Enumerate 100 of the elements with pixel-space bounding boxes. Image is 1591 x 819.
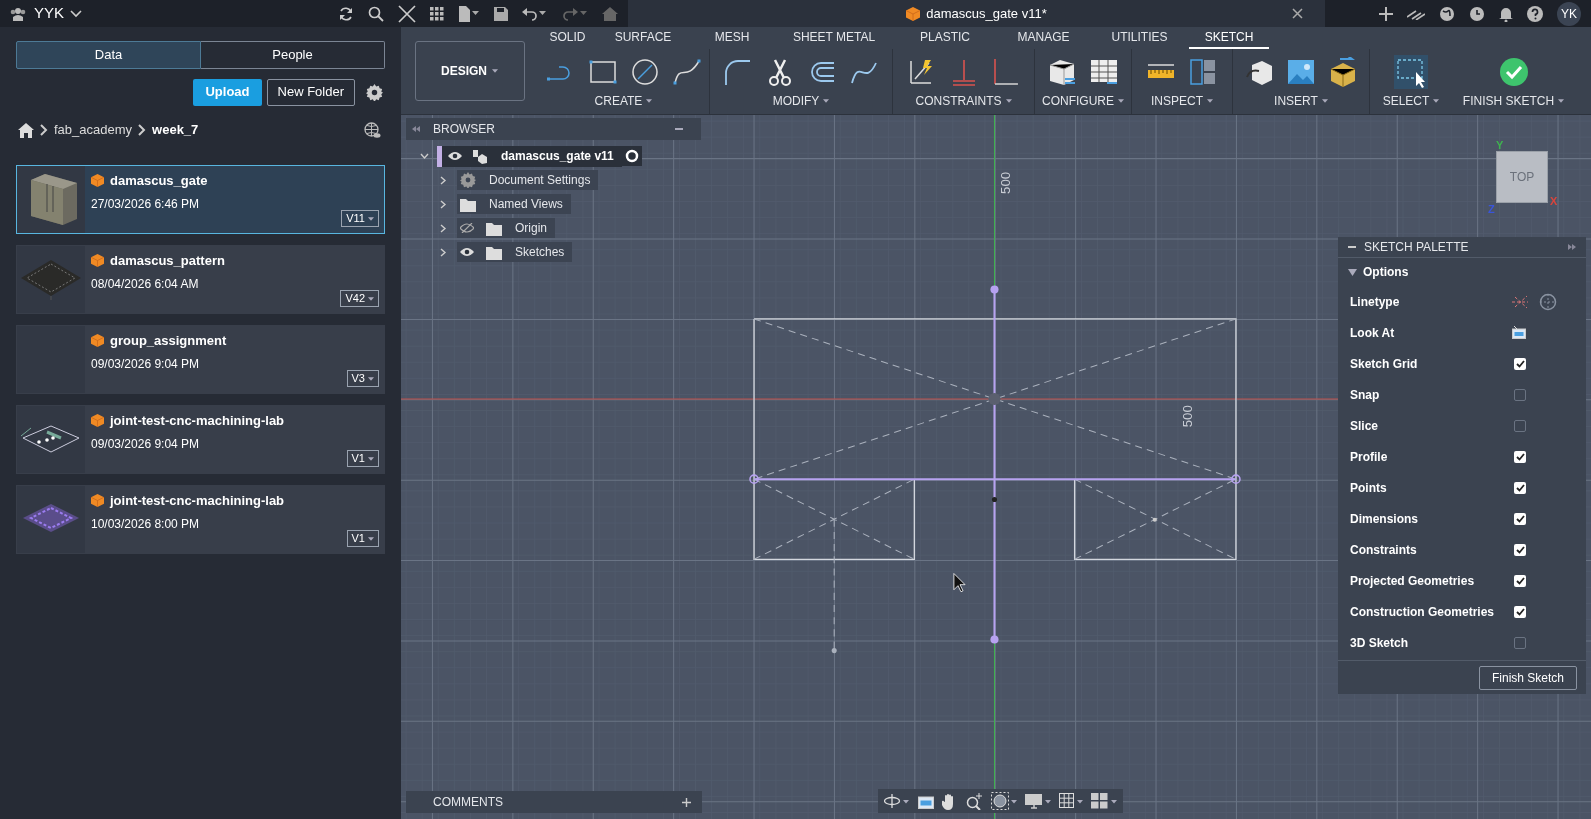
parameter-cube-icon[interactable] — [1047, 57, 1077, 87]
file-card[interactable]: group_assignment 09/03/2026 9:04 PM V3 — [16, 325, 385, 394]
workspace-dropdown[interactable]: DESIGN — [414, 40, 525, 101]
dimension-label[interactable]: 500 — [997, 171, 1013, 194]
breadcrumb-link[interactable]: fab_academy — [54, 120, 133, 140]
tool-group-dropdown[interactable]: CREATE — [594, 92, 653, 110]
tree-item[interactable]: Named Views — [457, 194, 571, 214]
centerline-icon[interactable] — [1539, 292, 1557, 311]
display-icon[interactable] — [1025, 793, 1051, 809]
user-avatar[interactable]: YK — [1557, 1, 1581, 26]
chevron-right-icon[interactable] — [438, 223, 447, 233]
toolbar-tab[interactable]: MANAGE — [997, 27, 1090, 49]
eye-hidden-icon[interactable] — [460, 223, 474, 233]
extensions-icon[interactable] — [1407, 7, 1425, 20]
radio-icon[interactable] — [621, 146, 642, 166]
tree-item[interactable]: damascus_gate v11 — [437, 145, 622, 167]
fillet-tool-icon[interactable] — [723, 57, 753, 87]
version-dropdown[interactable]: V3 — [346, 370, 379, 387]
expand-right-icon[interactable] — [1568, 244, 1576, 250]
file-name[interactable]: damascus_gate — [110, 171, 208, 191]
version-dropdown[interactable]: V1 — [346, 530, 379, 547]
collapse-left-icon[interactable] — [412, 126, 420, 132]
table-icon[interactable] — [1089, 57, 1119, 87]
clock-icon[interactable] — [1469, 5, 1485, 22]
grid-icon[interactable] — [1059, 793, 1083, 809]
section-analysis-icon[interactable] — [1188, 57, 1218, 87]
dimension-label[interactable]: 500 — [1180, 405, 1196, 428]
home-icon[interactable] — [18, 122, 34, 138]
tool-group-dropdown[interactable]: SELECT — [1382, 92, 1440, 110]
toolbar-tab[interactable]: SURFACE — [597, 27, 689, 49]
file-icon[interactable] — [458, 5, 480, 22]
eye-icon[interactable] — [460, 247, 474, 257]
file-name[interactable]: joint-test-cnc-machining-lab — [110, 411, 285, 431]
team-name[interactable]: YYK — [34, 2, 64, 25]
toolbar-tab[interactable]: MESH — [689, 27, 775, 49]
version-dropdown[interactable]: V42 — [340, 290, 379, 307]
tree-item[interactable]: Document Settings — [457, 170, 599, 190]
finish-sketch-button[interactable]: Finish Sketch — [1478, 665, 1577, 690]
panel-tab[interactable]: Data — [16, 41, 201, 69]
spline-tool-icon[interactable] — [671, 57, 702, 87]
close-icon[interactable] — [398, 4, 416, 23]
refresh-icon[interactable] — [338, 5, 354, 22]
fit-view-icon[interactable] — [991, 792, 1017, 810]
globe-icon[interactable] — [1439, 5, 1455, 22]
checkbox[interactable] — [1514, 543, 1526, 556]
plus-icon[interactable] — [1379, 6, 1393, 21]
toolbar-tab[interactable]: PLASTIC — [893, 27, 997, 49]
checkbox[interactable] — [1514, 636, 1526, 649]
selection-box-icon[interactable] — [1393, 54, 1429, 90]
globe-view-icon[interactable] — [364, 121, 381, 139]
section-header[interactable]: Options — [1363, 263, 1409, 281]
look-at-icon[interactable] — [1512, 326, 1526, 339]
viewports-icon[interactable] — [1091, 793, 1117, 809]
toolbar-tab[interactable]: SOLID — [538, 27, 597, 49]
tool-group-dropdown[interactable]: FINISH SKETCH — [1462, 92, 1565, 110]
look-at-icon[interactable] — [918, 793, 934, 809]
checkbox[interactable] — [1514, 450, 1526, 463]
eye-icon[interactable] — [448, 151, 462, 161]
chevron-right-icon[interactable] — [438, 199, 447, 209]
orbit-icon[interactable] — [884, 793, 910, 809]
toolbar-tab[interactable]: SHEET METAL — [775, 27, 893, 49]
chevron-down-icon[interactable] — [70, 9, 82, 18]
tree-item[interactable]: Sketches — [457, 242, 573, 262]
file-card[interactable]: damascus_pattern 08/04/2026 6:04 AM V42 — [16, 245, 385, 314]
triangle-down-icon[interactable] — [1348, 268, 1357, 276]
circle-tool-icon[interactable] — [629, 57, 660, 87]
plus-icon[interactable] — [682, 797, 691, 807]
checkbox[interactable] — [1514, 357, 1526, 370]
settings-icon[interactable] — [366, 83, 383, 101]
mesh-insert-icon[interactable] — [1328, 57, 1358, 87]
redo-icon[interactable] — [562, 6, 588, 21]
bell-icon[interactable] — [1499, 5, 1513, 22]
undo-icon[interactable] — [522, 6, 548, 21]
zoom-icon[interactable] — [966, 792, 983, 810]
tree-item[interactable]: Origin — [457, 218, 555, 238]
file-card[interactable]: damascus_gate 27/03/2026 6:46 PM V11 — [16, 165, 385, 234]
breadcrumb-link[interactable]: week_7 — [152, 120, 199, 140]
tool-group-dropdown[interactable]: INSERT — [1274, 92, 1328, 110]
document-tab-title[interactable]: damascus_gate v11* — [926, 3, 1047, 24]
new-folder-button[interactable]: New Folder — [266, 78, 355, 106]
save-icon[interactable] — [494, 6, 508, 21]
checkbox[interactable] — [1514, 388, 1526, 401]
checkbox[interactable] — [1514, 419, 1526, 432]
checkbox[interactable] — [1514, 574, 1526, 587]
file-name[interactable]: damascus_pattern — [110, 251, 225, 271]
checkmark-icon[interactable] — [1498, 57, 1529, 87]
version-dropdown[interactable]: V1 — [346, 450, 379, 467]
tool-group-dropdown[interactable]: CONSTRAINTS — [915, 92, 1012, 110]
chevron-right-icon[interactable] — [438, 247, 447, 257]
file-name[interactable]: group_assignment — [110, 331, 227, 351]
toolbar-tab[interactable]: UTILITIES — [1090, 27, 1189, 49]
close-icon[interactable] — [1292, 8, 1303, 19]
version-dropdown[interactable]: V11 — [341, 210, 379, 227]
search-icon[interactable] — [368, 5, 384, 22]
file-name[interactable]: joint-test-cnc-machining-lab — [110, 491, 285, 511]
file-card[interactable]: joint-test-cnc-machining-lab 10/03/2026 8:00 PM V1 — [16, 485, 385, 554]
tool-group-dropdown[interactable]: CONFIGURE — [1042, 92, 1124, 110]
file-card[interactable]: joint-test-cnc-machining-lab 09/03/2026 9:04 PM V1 — [16, 405, 385, 474]
toolbar-tab[interactable]: SKETCH — [1189, 27, 1269, 49]
chevron-down-icon[interactable] — [420, 151, 429, 161]
